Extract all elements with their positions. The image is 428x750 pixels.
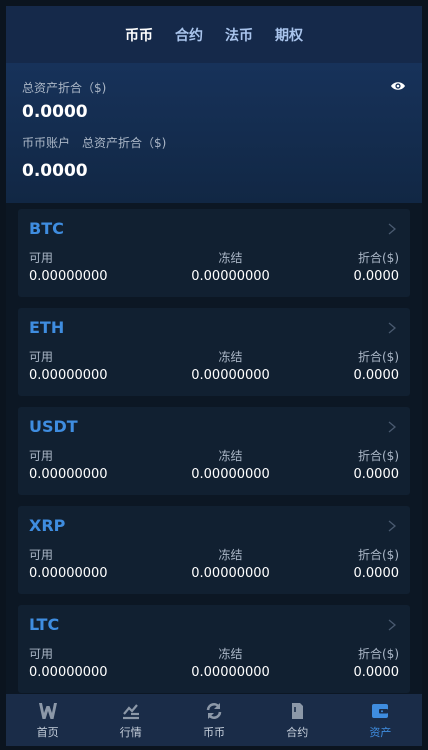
converted-value: 0.0000 (353, 665, 400, 680)
coin-name: LTC (29, 615, 60, 634)
frozen-value: 0.00000000 (191, 368, 270, 383)
wallet-icon (372, 704, 389, 718)
coin-name: BTC (29, 219, 64, 238)
tab-options[interactable]: 期权 (275, 25, 303, 45)
converted-label: 折合($) (358, 449, 399, 463)
asset-card-usdt[interactable]: USDT 可用 0.00000000 冻结 0.00000000 折合($) 0.00… (18, 407, 410, 495)
converted-value: 0.0000 (353, 566, 400, 581)
bottom-nav: 首页 行情 币币 合约 资产 (6, 694, 422, 746)
total-assets-label: 总资产折合（$) (22, 81, 107, 95)
spot-account-label: 币币账户 (22, 136, 71, 150)
frozen-value: 0.00000000 (191, 269, 270, 284)
nav-label: 首页 (36, 726, 59, 739)
contract-doc-icon (292, 703, 304, 719)
asset-summary: 总资产折合（$) 0.0000 币币账户 总资产折合（$) 0.0000 (6, 63, 422, 203)
chevron-right-icon (388, 322, 396, 334)
converted-label: 折合($) (358, 647, 399, 661)
converted-value: 0.0000 (353, 269, 400, 284)
account-total-label: 总资产折合（$) (82, 136, 167, 150)
tab-spot[interactable]: 币币 (125, 25, 153, 45)
available-label: 可用 (29, 350, 54, 364)
converted-label: 折合($) (358, 251, 399, 265)
chevron-right-icon (388, 421, 396, 433)
frozen-value: 0.00000000 (191, 467, 270, 482)
nav-home[interactable]: 首页 (6, 694, 89, 746)
nav-label: 行情 (119, 726, 142, 739)
nav-market[interactable]: 行情 (89, 694, 172, 746)
nav-label: 资产 (369, 726, 392, 739)
frozen-value: 0.00000000 (191, 665, 270, 680)
exchange-icon (206, 703, 222, 719)
available-label: 可用 (29, 449, 54, 463)
chevron-right-icon (388, 520, 396, 532)
nav-contract[interactable]: 合约 (256, 694, 339, 746)
account-row: 币币账户 总资产折合（$) (22, 134, 406, 151)
eye-icon[interactable] (390, 79, 406, 93)
nav-label: 币币 (203, 726, 225, 739)
asset-list: BTC 可用 0.00000000 冻结 0.00000000 折合($) 0.000… (6, 203, 422, 693)
coin-name: USDT (29, 417, 78, 436)
asset-card-btc[interactable]: BTC 可用 0.00000000 冻结 0.00000000 折合($) 0.000… (18, 209, 410, 297)
frozen-label: 冻结 (218, 449, 243, 463)
tab-fiat[interactable]: 法币 (225, 25, 253, 45)
available-label: 可用 (29, 251, 54, 265)
asset-card-eth[interactable]: ETH 可用 0.00000000 冻结 0.00000000 折合($) 0.000… (18, 308, 410, 396)
asset-card-ltc[interactable]: LTC 可用 0.00000000 冻结 0.00000000 折合($) 0.000… (18, 605, 410, 693)
tab-contract[interactable]: 合约 (175, 25, 203, 45)
converted-value: 0.0000 (353, 368, 400, 383)
converted-label: 折合($) (358, 548, 399, 562)
available-value: 0.00000000 (29, 269, 108, 284)
chevron-right-icon (388, 619, 396, 631)
converted-value: 0.0000 (353, 467, 400, 482)
available-value: 0.00000000 (29, 467, 108, 482)
account-value: 0.0000 (22, 161, 88, 181)
home-w-icon (38, 703, 57, 719)
coin-name: XRP (29, 516, 66, 535)
nav-label: 合约 (286, 726, 309, 739)
frozen-label: 冻结 (218, 647, 243, 661)
converted-label: 折合($) (358, 350, 399, 364)
nav-assets[interactable]: 资产 (339, 694, 422, 746)
frozen-label: 冻结 (218, 350, 243, 364)
available-value: 0.00000000 (29, 566, 108, 581)
total-assets-value: 0.0000 (22, 102, 88, 122)
frozen-value: 0.00000000 (191, 566, 270, 581)
asset-card-xrp[interactable]: XRP 可用 0.00000000 冻结 0.00000000 折合($) 0.000… (18, 506, 410, 594)
available-label: 可用 (29, 548, 54, 562)
nav-exchange[interactable]: 币币 (172, 694, 255, 746)
chevron-right-icon (388, 223, 396, 235)
coin-name: ETH (29, 318, 65, 337)
available-value: 0.00000000 (29, 665, 108, 680)
available-value: 0.00000000 (29, 368, 108, 383)
frozen-label: 冻结 (218, 548, 243, 562)
app-frame: 币币 合约 法币 期权 总资产折合（$) 0.0000 币币账户 总资产折合（$… (6, 6, 422, 746)
market-chart-icon (122, 704, 139, 720)
frozen-label: 冻结 (218, 251, 243, 265)
top-tabs: 币币 合约 法币 期权 (6, 6, 422, 63)
available-label: 可用 (29, 647, 54, 661)
